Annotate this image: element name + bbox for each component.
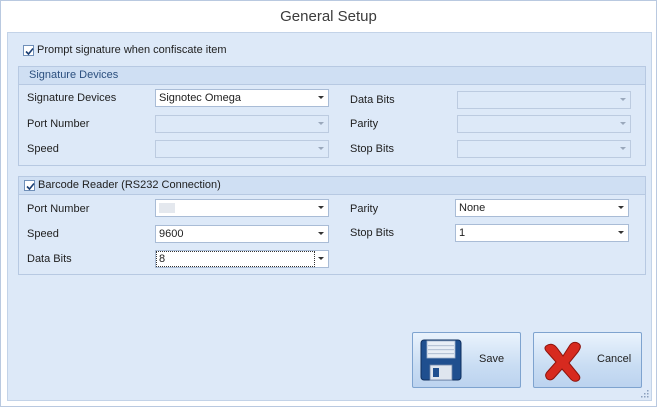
barcode-stop-bits-value: 1 xyxy=(459,227,466,239)
general-setup-window: General Setup Prompt signature when conf… xyxy=(0,0,657,407)
checkmark-icon xyxy=(25,47,34,56)
barcode-stop-bits-label: Stop Bits xyxy=(350,227,395,239)
signature-parity-combo[interactable] xyxy=(457,115,631,133)
signature-devices-group-header: Signature Devices xyxy=(19,67,645,85)
chevron-down-icon[interactable] xyxy=(620,122,626,125)
resize-grip-icon[interactable] xyxy=(641,390,649,398)
chevron-down-icon[interactable] xyxy=(318,122,324,125)
barcode-reader-group-title[interactable]: Barcode Reader (RS232 Connection) xyxy=(38,179,221,191)
barcode-stop-bits-combo[interactable]: 1 xyxy=(455,224,629,242)
barcode-port-combo[interactable] xyxy=(155,199,329,217)
signature-devices-group: Signature Devices Signature Devices Sign… xyxy=(18,66,646,166)
cancel-button[interactable]: Cancel xyxy=(533,332,642,388)
barcode-data-bits-label: Data Bits xyxy=(27,253,72,265)
save-button-label: Save xyxy=(479,353,505,365)
chevron-down-icon[interactable] xyxy=(620,147,626,150)
signature-parity-label: Parity xyxy=(350,118,379,130)
barcode-reader-checkbox[interactable] xyxy=(24,180,35,191)
signature-speed-combo[interactable] xyxy=(155,140,329,158)
chevron-down-icon[interactable] xyxy=(318,232,324,235)
signature-devices-group-title: Signature Devices xyxy=(29,69,119,81)
barcode-data-bits-combo[interactable]: 8 xyxy=(155,250,329,268)
barcode-speed-value: 9600 xyxy=(159,228,184,240)
prompt-signature-checkbox[interactable] xyxy=(23,45,34,56)
signature-speed-label: Speed xyxy=(27,143,59,155)
prompt-signature-label[interactable]: Prompt signature when confiscate item xyxy=(37,44,227,56)
chevron-down-icon[interactable] xyxy=(620,98,626,101)
signature-stop-bits-combo[interactable] xyxy=(457,140,631,158)
window-title: General Setup xyxy=(1,1,656,31)
barcode-speed-combo[interactable]: 9600 xyxy=(155,225,329,243)
barcode-port-label: Port Number xyxy=(27,203,90,215)
checkmark-icon xyxy=(26,182,35,191)
signature-stop-bits-label: Stop Bits xyxy=(350,143,395,155)
signature-devices-label: Signature Devices xyxy=(27,92,117,104)
chevron-down-icon[interactable] xyxy=(318,257,324,260)
chevron-down-icon[interactable] xyxy=(618,206,624,209)
chevron-down-icon[interactable] xyxy=(318,147,324,150)
red-x-icon xyxy=(544,341,581,382)
save-button[interactable]: Save xyxy=(412,332,521,388)
signature-port-label: Port Number xyxy=(27,118,90,130)
chevron-down-icon[interactable] xyxy=(318,206,324,209)
chevron-down-icon[interactable] xyxy=(618,231,624,234)
barcode-speed-label: Speed xyxy=(27,228,59,240)
dialog-client-area: Prompt signature when confiscate item Si… xyxy=(7,32,652,401)
signature-devices-value: Signotec Omega xyxy=(159,92,241,104)
barcode-parity-combo[interactable]: None xyxy=(455,199,629,217)
barcode-data-bits-value: 8 xyxy=(156,251,315,267)
barcode-reader-group-header: Barcode Reader (RS232 Connection) xyxy=(19,177,645,195)
chevron-down-icon[interactable] xyxy=(318,96,324,99)
barcode-parity-value: None xyxy=(459,202,486,214)
signature-port-combo[interactable] xyxy=(155,115,329,133)
barcode-parity-label: Parity xyxy=(350,203,379,215)
signature-data-bits-combo[interactable] xyxy=(457,91,631,109)
barcode-reader-group: Barcode Reader (RS232 Connection) Port N… xyxy=(18,176,646,275)
signature-data-bits-label: Data Bits xyxy=(350,94,395,106)
masked-port-value xyxy=(159,203,175,213)
cancel-button-label: Cancel xyxy=(597,353,632,365)
floppy-disk-icon xyxy=(420,339,462,381)
signature-devices-combo[interactable]: Signotec Omega xyxy=(155,89,329,107)
